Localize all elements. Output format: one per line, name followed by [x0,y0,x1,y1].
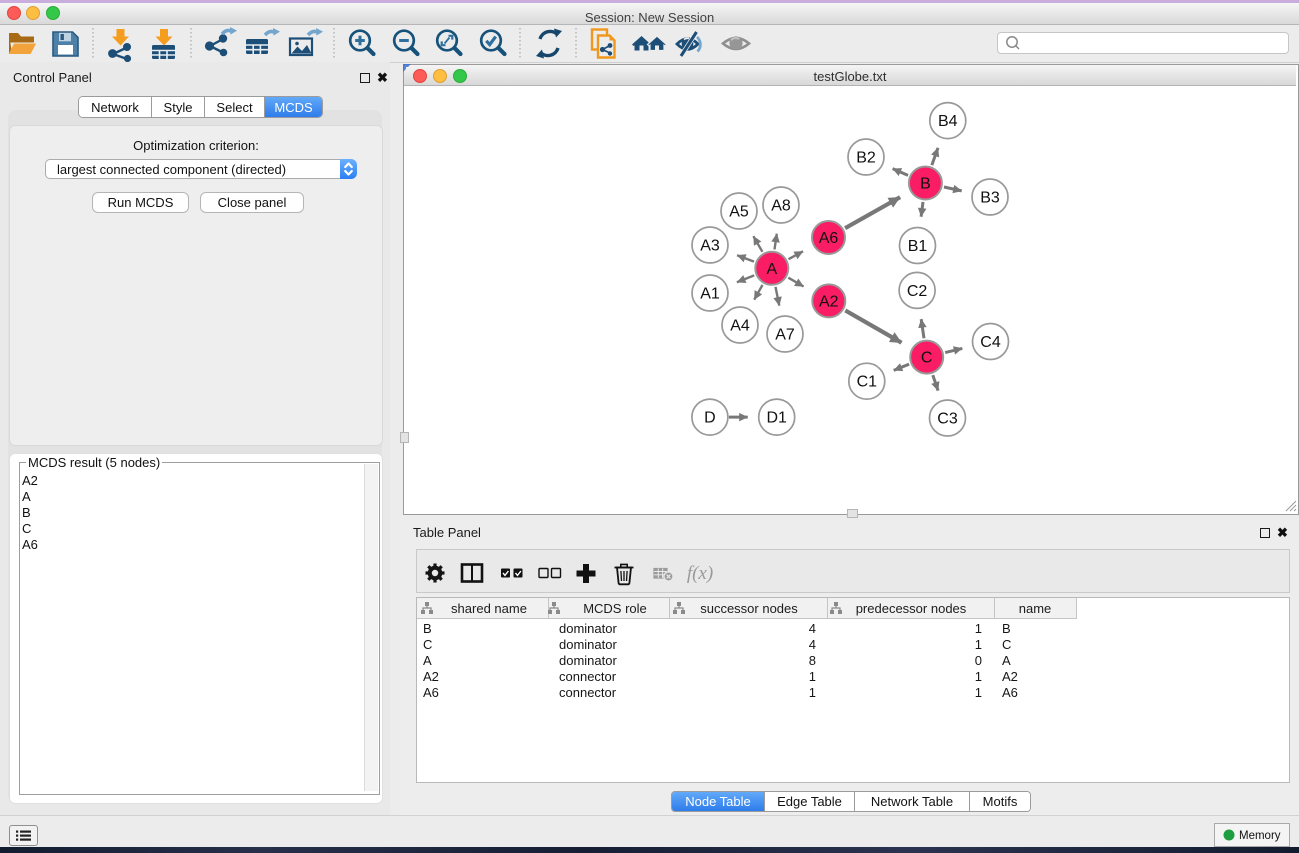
svg-text:connector: connector [559,669,617,684]
svg-text:8: 8 [809,653,816,668]
svg-text:B3: B3 [980,190,1000,207]
svg-text:MCDS role: MCDS role [583,601,647,616]
svg-text:4: 4 [809,637,816,652]
svg-text:C2: C2 [907,283,928,300]
svg-text:1: 1 [975,669,982,684]
svg-text:dominator: dominator [559,621,617,636]
svg-text:A: A [1002,653,1011,668]
svg-text:A8: A8 [771,198,791,215]
svg-text:A5: A5 [729,204,749,221]
svg-text:1: 1 [975,621,982,636]
svg-text:shared name: shared name [451,601,527,616]
svg-text:A7: A7 [775,327,795,344]
svg-text:A2: A2 [819,293,839,310]
svg-text:D1: D1 [766,410,787,427]
svg-text:A1: A1 [700,286,720,303]
svg-text:B: B [920,176,931,193]
svg-text:4: 4 [809,621,816,636]
svg-text:A6: A6 [819,230,839,247]
svg-text:0: 0 [975,653,982,668]
svg-text:D: D [704,410,716,427]
svg-text:1: 1 [975,685,982,700]
svg-text:A6: A6 [1002,685,1018,700]
svg-text:B: B [1002,621,1011,636]
svg-text:B: B [423,621,432,636]
svg-text:dominator: dominator [559,653,617,668]
svg-text:predecessor nodes: predecessor nodes [856,601,967,616]
svg-text:C1: C1 [857,374,878,391]
svg-text:B4: B4 [938,113,958,130]
svg-text:connector: connector [559,685,617,700]
svg-text:C4: C4 [980,334,1001,351]
svg-text:B2: B2 [856,150,876,167]
svg-text:C: C [921,350,933,367]
svg-text:dominator: dominator [559,637,617,652]
svg-text:1: 1 [809,669,816,684]
svg-text:1: 1 [809,685,816,700]
svg-text:A: A [766,261,777,278]
svg-text:A2: A2 [1002,669,1018,684]
svg-text:f(x): f(x) [687,563,713,584]
svg-text:A3: A3 [700,238,720,255]
svg-text:A2: A2 [423,669,439,684]
svg-text:C: C [1002,637,1011,652]
svg-text:Memory: Memory [1239,830,1281,842]
svg-text:name: name [1019,601,1052,616]
svg-text:C3: C3 [937,411,958,428]
svg-text:A: A [423,653,432,668]
svg-text:1: 1 [975,637,982,652]
svg-text:C: C [423,637,432,652]
svg-text:A4: A4 [730,318,750,335]
svg-text:A6: A6 [423,685,439,700]
svg-text:successor nodes: successor nodes [700,601,798,616]
svg-text:B1: B1 [908,238,928,255]
